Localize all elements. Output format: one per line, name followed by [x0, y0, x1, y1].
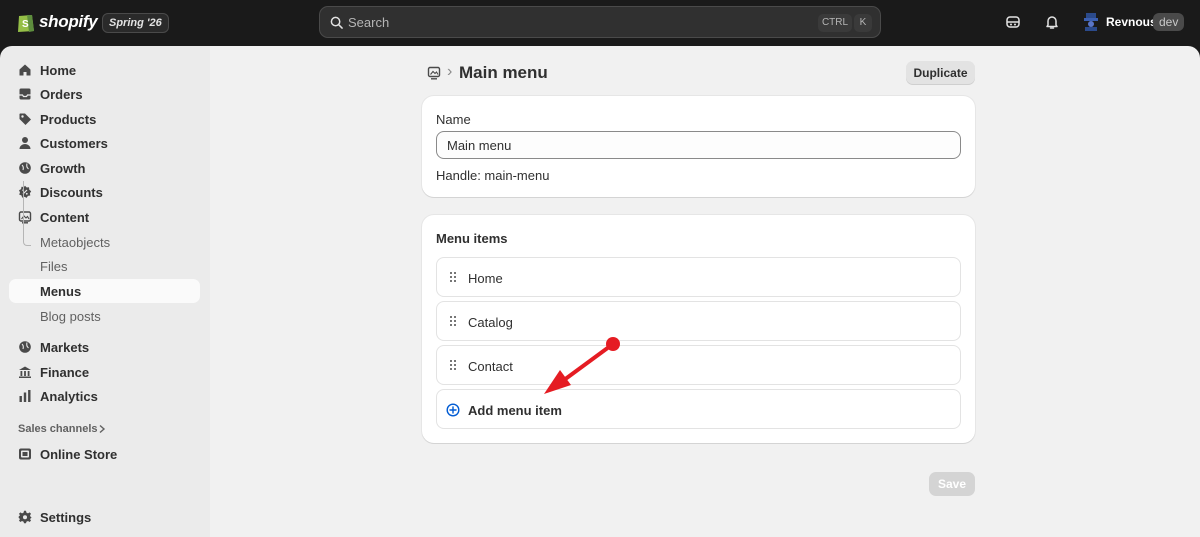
- globe-icon: [19, 341, 31, 353]
- chevron-right-icon[interactable]: [98, 424, 106, 434]
- bell-icon[interactable]: [1044, 14, 1060, 30]
- content-icon: [18, 211, 32, 224]
- add-menu-item-label: Add menu item: [468, 403, 562, 418]
- save-button[interactable]: Save: [929, 472, 975, 496]
- shortcut-ctrl-key: CTRL: [818, 14, 852, 32]
- sidebar-item-finance[interactable]: Finance: [9, 360, 200, 384]
- name-field-label: Name: [436, 112, 471, 127]
- sidebar-item-label: Markets: [40, 340, 90, 355]
- inbox-icon: [19, 88, 31, 100]
- breadcrumb-chevron: ›: [447, 63, 453, 80]
- sidebar-item-markets[interactable]: Markets: [9, 335, 200, 359]
- drag-handle-icon[interactable]: [449, 315, 457, 327]
- top-bar: S shopify Spring '26 Search CTRL K Revno…: [0, 0, 1200, 46]
- sidebar-item-label: Products: [40, 112, 97, 127]
- drag-handle-icon[interactable]: [449, 359, 457, 371]
- sidebar-item-blog-posts[interactable]: Blog posts: [9, 304, 200, 328]
- discount-icon: [19, 185, 32, 198]
- bar-chart-icon: [19, 390, 31, 402]
- menu-item-row[interactable]: Contact: [436, 345, 961, 385]
- menu-item-label: Catalog: [468, 315, 513, 330]
- sidebar-item-discounts[interactable]: Discounts: [9, 180, 200, 204]
- sidebar-item-label: Discounts: [40, 185, 103, 200]
- tag-icon: [19, 113, 31, 125]
- drag-handle-icon[interactable]: [449, 271, 457, 283]
- edition-badge[interactable]: Spring '26: [102, 13, 169, 33]
- sidebar-item-label: Metaobjects: [40, 235, 111, 250]
- menu-item-label: Contact: [468, 359, 513, 374]
- sidebar-item-content[interactable]: Content: [9, 205, 200, 229]
- bank-icon: [19, 366, 31, 378]
- sidebar-item-label: Content: [40, 210, 90, 225]
- name-field[interactable]: [436, 131, 961, 159]
- shopify-logo[interactable]: S shopify: [17, 11, 98, 33]
- brand-name: shopify: [39, 12, 98, 31]
- shopify-bag-icon: S: [18, 15, 34, 32]
- sidebar-item-label: Files: [40, 259, 68, 274]
- sidebar-item-label: Analytics: [40, 389, 98, 404]
- sidebar-item-home[interactable]: Home: [9, 58, 200, 82]
- globe-icon: [19, 162, 31, 174]
- sidebar-item-growth[interactable]: Growth: [9, 156, 200, 180]
- sidebar-item-orders[interactable]: Orders: [9, 82, 200, 106]
- sidebar-item-label: Settings: [40, 510, 92, 525]
- sidebar-item-label: Blog posts: [40, 309, 101, 324]
- sidebar-item-label: Orders: [40, 87, 83, 102]
- person-icon: [19, 137, 31, 149]
- store-icon: [19, 448, 31, 460]
- sidebar-item-label: Online Store: [40, 447, 118, 462]
- page-title: Main menu: [459, 63, 548, 82]
- duplicate-button[interactable]: Duplicate: [906, 61, 975, 85]
- home-icon: [19, 64, 31, 76]
- sidekick-icon[interactable]: [1005, 14, 1021, 30]
- search-icon: [330, 16, 343, 29]
- search-bar[interactable]: Search CTRL K: [319, 6, 881, 38]
- plus-circle-icon: [446, 403, 460, 417]
- sidebar-item-products[interactable]: Products: [9, 107, 200, 131]
- sidebar-item-label: Growth: [40, 161, 86, 176]
- menu-item-label: Home: [468, 271, 503, 286]
- add-menu-item-button[interactable]: Add menu item: [436, 389, 961, 429]
- gear-icon: [18, 510, 32, 524]
- sidebar-item-label: Finance: [40, 365, 90, 380]
- menu-item-row[interactable]: Home: [436, 257, 961, 297]
- sidebar-item-label: Customers: [40, 136, 108, 151]
- sidebar-item-files[interactable]: Files: [9, 254, 200, 278]
- shortcut-k-key: K: [854, 14, 872, 32]
- sidebar-item-label: Menus: [40, 284, 82, 299]
- svg-text:S: S: [22, 19, 29, 30]
- sidebar-item-settings[interactable]: Settings: [9, 505, 200, 529]
- search-placeholder: Search: [348, 15, 390, 30]
- sidebar-item-analytics[interactable]: Analytics: [9, 384, 200, 408]
- sidebar-item-online-store[interactable]: Online Store: [9, 442, 200, 466]
- menu-item-row[interactable]: Catalog: [436, 301, 961, 341]
- menu-content-icon: [427, 66, 441, 80]
- store-name[interactable]: Revnous: [1106, 15, 1157, 29]
- store-avatar-icon[interactable]: [1082, 12, 1100, 32]
- handle-text: Handle: main-menu: [436, 168, 550, 183]
- sidebar-item-customers[interactable]: Customers: [9, 131, 200, 155]
- sales-channels-heading[interactable]: Sales channels: [18, 423, 98, 435]
- sidebar-item-menus[interactable]: Menus: [9, 279, 200, 303]
- annotation-arrow: [544, 337, 620, 394]
- sidebar-item-metaobjects[interactable]: Metaobjects: [9, 230, 200, 254]
- menu-items-title: Menu items: [436, 231, 508, 246]
- sidebar-item-label: Home: [40, 63, 77, 78]
- store-dev-badge: dev: [1153, 13, 1185, 31]
